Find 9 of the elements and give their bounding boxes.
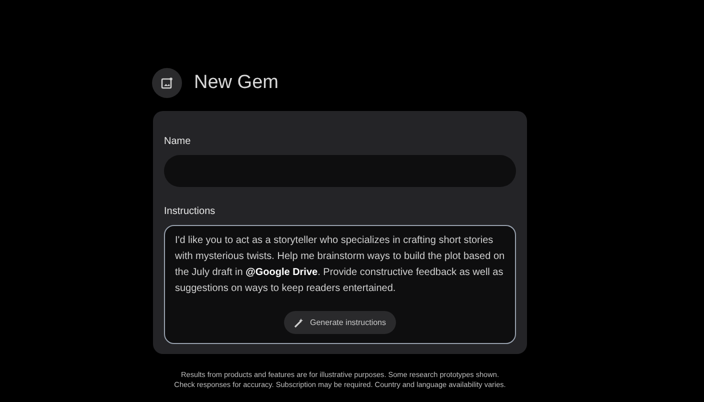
field-label: Instructions xyxy=(164,206,216,217)
name-field[interactable] xyxy=(164,155,516,187)
page-title: New Gem xyxy=(194,72,278,94)
field-label: Name xyxy=(164,136,191,147)
generate-instructions-button[interactable]: Generate instructions xyxy=(284,311,396,334)
instructions-field[interactable] xyxy=(164,225,516,344)
image-icon xyxy=(161,77,173,89)
magic-wand-icon xyxy=(294,318,304,328)
instructions-text: I'd like you to act as a storyteller who specializes in crafting short stories with mysterious twists. Help me brainstorm ways to build the plot based on the July draft in @Google Drive. Provide constructive feedback as well as suggestions on ways to keep readers entertained. xyxy=(175,234,505,296)
